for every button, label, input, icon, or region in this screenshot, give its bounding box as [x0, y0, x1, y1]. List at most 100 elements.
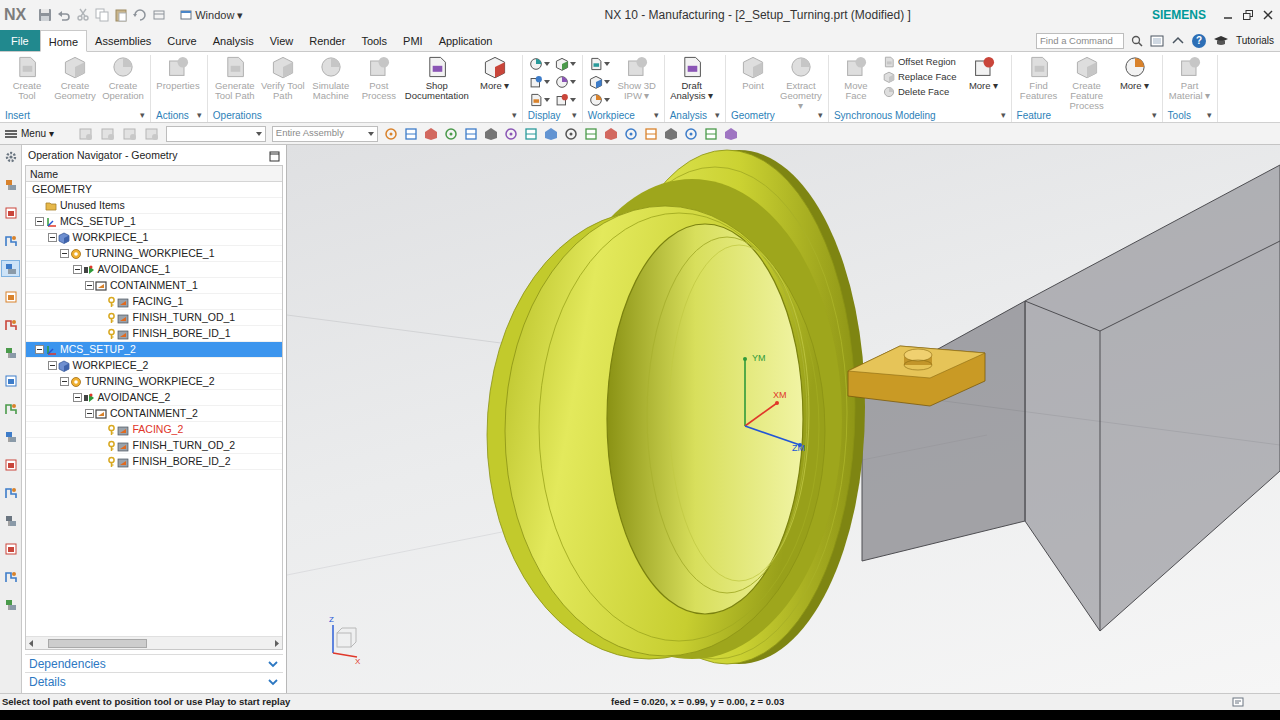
group-name[interactable]: Analysis: [670, 108, 707, 123]
ribbon-small-button[interactable]: Replace Face: [883, 71, 957, 83]
ribbon-button-label[interactable]: Show 3D IPW ▾: [615, 81, 659, 101]
scroll-thumb[interactable]: [48, 639, 147, 648]
ribbon-group-label[interactable]: Actions▾: [154, 109, 204, 122]
ribbon-button[interactable]: Post Process: [355, 55, 403, 101]
view-tool-icon[interactable]: [504, 127, 518, 141]
group-menu[interactable]: ▾: [715, 109, 720, 123]
group-name[interactable]: Operations: [213, 108, 262, 123]
ribbon-group-label[interactable]: Display▾: [526, 109, 579, 122]
window-menu-label[interactable]: Window ▾: [195, 7, 243, 24]
resource-tab[interactable]: [1, 568, 20, 585]
tree-item-label[interactable]: AVOIDANCE_2: [96, 390, 171, 406]
tree-row[interactable]: FINISH_TURN_OD_2: [26, 438, 282, 454]
expand-toggle[interactable]: [48, 361, 57, 370]
ribbon-button-label[interactable]: Verify Tool Path: [261, 81, 305, 101]
ribbon-button-label[interactable]: Post Process: [357, 81, 401, 101]
ribbon-icon-button[interactable]: [529, 56, 550, 72]
group-name[interactable]: Insert: [5, 108, 30, 123]
search-icon[interactable]: [1131, 35, 1143, 47]
tree-item-label[interactable]: FINISH_TURN_OD_2: [131, 438, 236, 454]
tree-row[interactable]: TURNING_WORKPIECE_2: [26, 374, 282, 390]
command-search[interactable]: [1036, 33, 1124, 49]
tree-row[interactable]: MCS_SETUP_2: [26, 342, 282, 358]
tree-row[interactable]: FINISH_BORE_ID_1: [26, 326, 282, 342]
scroll-left-icon[interactable]: [27, 639, 36, 648]
collapse-ribbon-icon[interactable]: [1171, 34, 1185, 48]
group-menu[interactable]: ▾: [512, 109, 517, 123]
view-tool-icon[interactable]: [544, 127, 558, 141]
resource-tab[interactable]: [1, 204, 20, 221]
ribbon-tab[interactable]: Analysis: [205, 30, 262, 51]
tree-item-label[interactable]: TURNING_WORKPIECE_2: [83, 374, 215, 390]
expand-toggle[interactable]: [35, 345, 44, 354]
resource-tab[interactable]: [1, 428, 20, 445]
ribbon-button[interactable]: More ▾: [1111, 55, 1159, 91]
ribbon-button[interactable]: Extract Geometry ▾: [777, 55, 825, 111]
window-menu[interactable]: Window ▾: [180, 7, 243, 24]
ribbon-tab[interactable]: Assemblies: [87, 30, 159, 51]
resource-tab[interactable]: [1, 540, 20, 557]
ribbon-tab[interactable]: Curve: [159, 30, 204, 51]
ribbon-button[interactable]: Generate Tool Path: [211, 55, 259, 101]
view-tool-icon[interactable]: [444, 127, 458, 141]
ribbon-tab[interactable]: Tools: [353, 30, 395, 51]
tree-row[interactable]: GEOMETRY: [26, 182, 282, 198]
ribbon-button-label[interactable]: Create Feature Process: [1065, 81, 1109, 111]
resource-tab[interactable]: [1, 176, 20, 193]
ribbon-group-label[interactable]: Feature▾: [1015, 109, 1159, 122]
dropdown-arrow-icon[interactable]: [256, 132, 262, 136]
ribbon-icon-button[interactable]: [555, 56, 576, 72]
chevron-icon[interactable]: [267, 677, 279, 687]
model-view[interactable]: YMXMZMZX: [287, 145, 1280, 693]
ribbon-group-label[interactable]: Synchronous Modeling ▾: [832, 109, 1008, 122]
ribbon-button[interactable]: Find Features: [1015, 55, 1063, 101]
resource-tab[interactable]: [1, 288, 20, 305]
ribbon-icon-button[interactable]: [589, 56, 610, 72]
ribbon-button-label[interactable]: More ▾: [969, 81, 998, 91]
dropdown-arrow-icon[interactable]: [544, 80, 550, 84]
view-tool-icon[interactable]: [524, 127, 538, 141]
tree-row[interactable]: AVOIDANCE_2: [26, 390, 282, 406]
expand-toggle[interactable]: [85, 409, 94, 418]
ribbon-tab[interactable]: Render: [301, 30, 353, 51]
paste-icon[interactable]: [114, 8, 128, 22]
repeat-icon[interactable]: [133, 8, 147, 22]
expand-toggle[interactable]: [48, 233, 57, 242]
group-menu[interactable]: ▾: [140, 109, 145, 123]
ribbon-button-label[interactable]: Replace Face: [898, 71, 957, 83]
ribbon-button-label[interactable]: Extract Geometry ▾: [779, 81, 823, 111]
fullscreen-icon[interactable]: [1150, 34, 1164, 48]
ribbon-icon-button[interactable]: [529, 74, 550, 90]
expand-toggle[interactable]: [35, 217, 44, 226]
tree-item-label[interactable]: FINISH_BORE_ID_2: [131, 454, 231, 470]
group-name[interactable]: Synchronous Modeling: [834, 108, 936, 123]
ribbon-button-label[interactable]: Move Face: [834, 81, 878, 101]
group-name[interactable]: Display: [528, 108, 561, 123]
view-tool-icon[interactable]: [484, 127, 498, 141]
scroll-track[interactable]: [36, 638, 272, 649]
tree-row[interactable]: TURNING_WORKPIECE_1: [26, 246, 282, 262]
view-tool-icon[interactable]: [604, 127, 618, 141]
view-tool-icon[interactable]: [664, 127, 678, 141]
cut-icon[interactable]: [76, 8, 90, 22]
expand-toggle[interactable]: [60, 249, 69, 258]
resource-tab[interactable]: [1, 456, 20, 473]
ribbon-button-label[interactable]: Shop Documentation: [405, 81, 469, 101]
resource-tab[interactable]: [1, 512, 20, 529]
ribbon-tab[interactable]: PMI: [395, 30, 431, 51]
view-tool-icon[interactable]: [644, 127, 658, 141]
resource-tab[interactable]: [1, 344, 20, 361]
group-menu[interactable]: ▾: [1001, 109, 1006, 123]
tree-item-label[interactable]: AVOIDANCE_1: [96, 262, 171, 278]
ribbon-icon-button[interactable]: [589, 74, 610, 90]
tutorials-link[interactable]: Tutorials: [1236, 33, 1274, 48]
tree-item-label[interactable]: CONTAINMENT_1: [108, 278, 198, 294]
tree-item-label[interactable]: WORKPIECE_1: [71, 230, 149, 246]
ribbon-button-label[interactable]: Offset Region: [898, 56, 956, 68]
resource-tab[interactable]: [1, 148, 20, 165]
dropdown-arrow-icon[interactable]: [570, 98, 576, 102]
horizontal-scrollbar[interactable]: [26, 636, 282, 649]
group-menu[interactable]: ▾: [197, 109, 202, 123]
ribbon-button[interactable]: Move Face: [832, 55, 880, 101]
ribbon-tab[interactable]: View: [262, 30, 302, 51]
